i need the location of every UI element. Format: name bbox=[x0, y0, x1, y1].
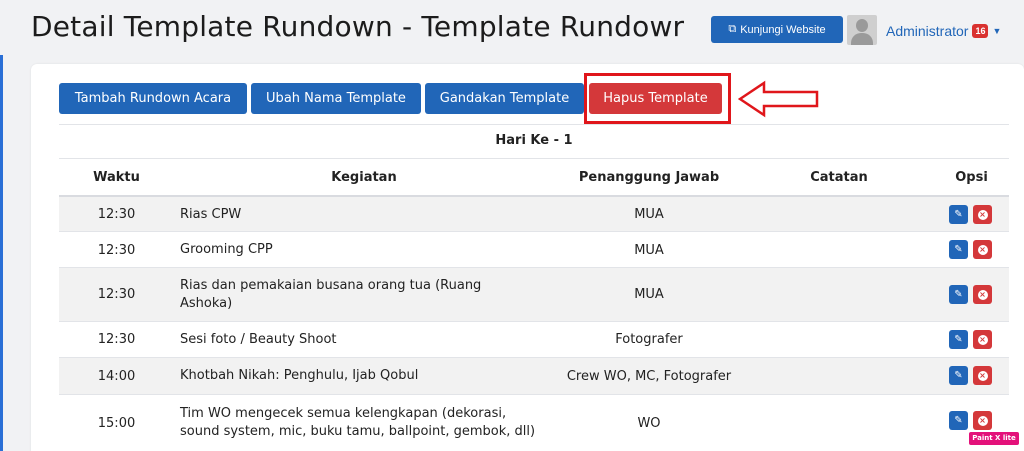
column-header-options: Opsi bbox=[955, 170, 988, 185]
chevron-down-icon: ▼ bbox=[992, 26, 1002, 36]
visit-website-label: Kunjungi Website bbox=[740, 23, 826, 36]
watermark-badge: Paint X lite bbox=[969, 432, 1019, 445]
close-icon: × bbox=[977, 289, 988, 300]
close-icon: × bbox=[977, 415, 988, 426]
column-header-time: Waktu bbox=[93, 170, 140, 185]
delete-button[interactable]: × bbox=[973, 411, 992, 430]
close-icon: × bbox=[977, 334, 988, 345]
pic-cell: Fotografer bbox=[615, 332, 683, 347]
table-row: 15:00 Tim WO mengecek semua kelengkapan … bbox=[59, 395, 1009, 451]
notification-badge: 16 bbox=[972, 24, 989, 38]
time-cell: 14:00 bbox=[97, 368, 136, 384]
page-title: Detail Template Rundown - Template Rundo… bbox=[31, 10, 685, 43]
pencil-icon: ✎ bbox=[954, 334, 963, 345]
divider bbox=[59, 124, 1009, 125]
day-title: Hari Ke - 1 bbox=[495, 133, 573, 148]
table-row: 12:30 Rias CPW MUA ✎ × bbox=[59, 197, 1009, 232]
activity-cell: Grooming CPP bbox=[180, 242, 273, 257]
pic-cell: Crew WO, MC, Fotografer bbox=[566, 368, 732, 384]
close-icon: × bbox=[977, 209, 988, 220]
close-icon: × bbox=[977, 370, 988, 381]
annotation-arrow-icon bbox=[738, 80, 819, 118]
activity-cell: Rias CPW bbox=[180, 206, 242, 222]
notes-cell bbox=[744, 268, 934, 321]
table-row: 12:30 Rias dan pemakaian busana orang tu… bbox=[59, 268, 1009, 321]
delete-button[interactable]: × bbox=[973, 205, 992, 224]
delete-button[interactable]: × bbox=[973, 285, 992, 304]
user-menu[interactable]: Administrator 16 ▼ bbox=[886, 20, 1001, 42]
external-link-icon: ⧉ bbox=[728, 23, 737, 35]
table-row: 12:30 Sesi foto / Beauty Shoot Fotografe… bbox=[59, 322, 1009, 357]
pencil-icon: ✎ bbox=[954, 289, 963, 300]
edit-button[interactable]: ✎ bbox=[949, 240, 968, 259]
top-bar: Detail Template Rundown - Template Rundo… bbox=[0, 0, 1024, 62]
activity-cell: Rias dan pemakaian busana orang tua (Rua… bbox=[180, 277, 482, 311]
edit-button[interactable]: ✎ bbox=[949, 330, 968, 349]
close-icon: × bbox=[977, 244, 988, 255]
add-rundown-button[interactable]: Tambah Rundown Acara bbox=[59, 83, 247, 114]
column-header-activity: Kegiatan bbox=[331, 170, 397, 185]
edit-button[interactable]: ✎ bbox=[949, 285, 968, 304]
pencil-icon: ✎ bbox=[954, 370, 963, 381]
edit-button[interactable]: ✎ bbox=[949, 366, 968, 385]
left-accent-strip bbox=[0, 55, 3, 451]
table-row: 12:30 Grooming CPP MUA ✎ × bbox=[59, 232, 1009, 268]
notes-cell bbox=[744, 395, 934, 451]
pic-cell: WO bbox=[637, 415, 661, 431]
activity-cell: Khotbah Nikah: Penghulu, Ijab Qobul bbox=[180, 368, 419, 383]
column-header-pic: Penanggung Jawab bbox=[578, 170, 720, 185]
time-cell: 12:30 bbox=[97, 207, 136, 222]
activity-cell: Tim WO mengecek semua kelengkapan (dekor… bbox=[180, 406, 536, 439]
pencil-icon: ✎ bbox=[954, 415, 963, 426]
delete-button[interactable]: × bbox=[973, 240, 992, 259]
column-header-notes: Catatan bbox=[810, 170, 868, 185]
pencil-icon: ✎ bbox=[954, 244, 963, 255]
edit-button[interactable]: ✎ bbox=[949, 205, 968, 224]
notes-cell bbox=[744, 358, 934, 394]
duplicate-template-button[interactable]: Gandakan Template bbox=[425, 83, 584, 114]
edit-button[interactable]: ✎ bbox=[949, 411, 968, 430]
activity-cell: Sesi foto / Beauty Shoot bbox=[180, 331, 337, 347]
pencil-icon: ✎ bbox=[954, 209, 963, 220]
divider bbox=[59, 158, 1009, 159]
highlight-annotation-box bbox=[584, 73, 731, 124]
pic-cell: MUA bbox=[634, 207, 664, 222]
user-name: Administrator bbox=[886, 23, 969, 39]
notes-cell bbox=[744, 197, 934, 232]
rename-template-button[interactable]: Ubah Nama Template bbox=[251, 83, 421, 114]
notes-cell bbox=[744, 322, 934, 357]
delete-button[interactable]: × bbox=[973, 330, 992, 349]
time-cell: 15:00 bbox=[97, 415, 136, 431]
time-cell: 12:30 bbox=[97, 332, 136, 347]
notes-cell bbox=[744, 232, 934, 268]
delete-button[interactable]: × bbox=[973, 366, 992, 385]
time-cell: 12:30 bbox=[97, 242, 136, 258]
visit-website-button[interactable]: ⧉ Kunjungi Website bbox=[711, 16, 843, 43]
pic-cell: MUA bbox=[634, 242, 664, 258]
avatar[interactable] bbox=[847, 15, 877, 45]
table-row: 14:00 Khotbah Nikah: Penghulu, Ijab Qobu… bbox=[59, 358, 1009, 394]
time-cell: 12:30 bbox=[97, 287, 136, 302]
pic-cell: MUA bbox=[634, 287, 664, 302]
